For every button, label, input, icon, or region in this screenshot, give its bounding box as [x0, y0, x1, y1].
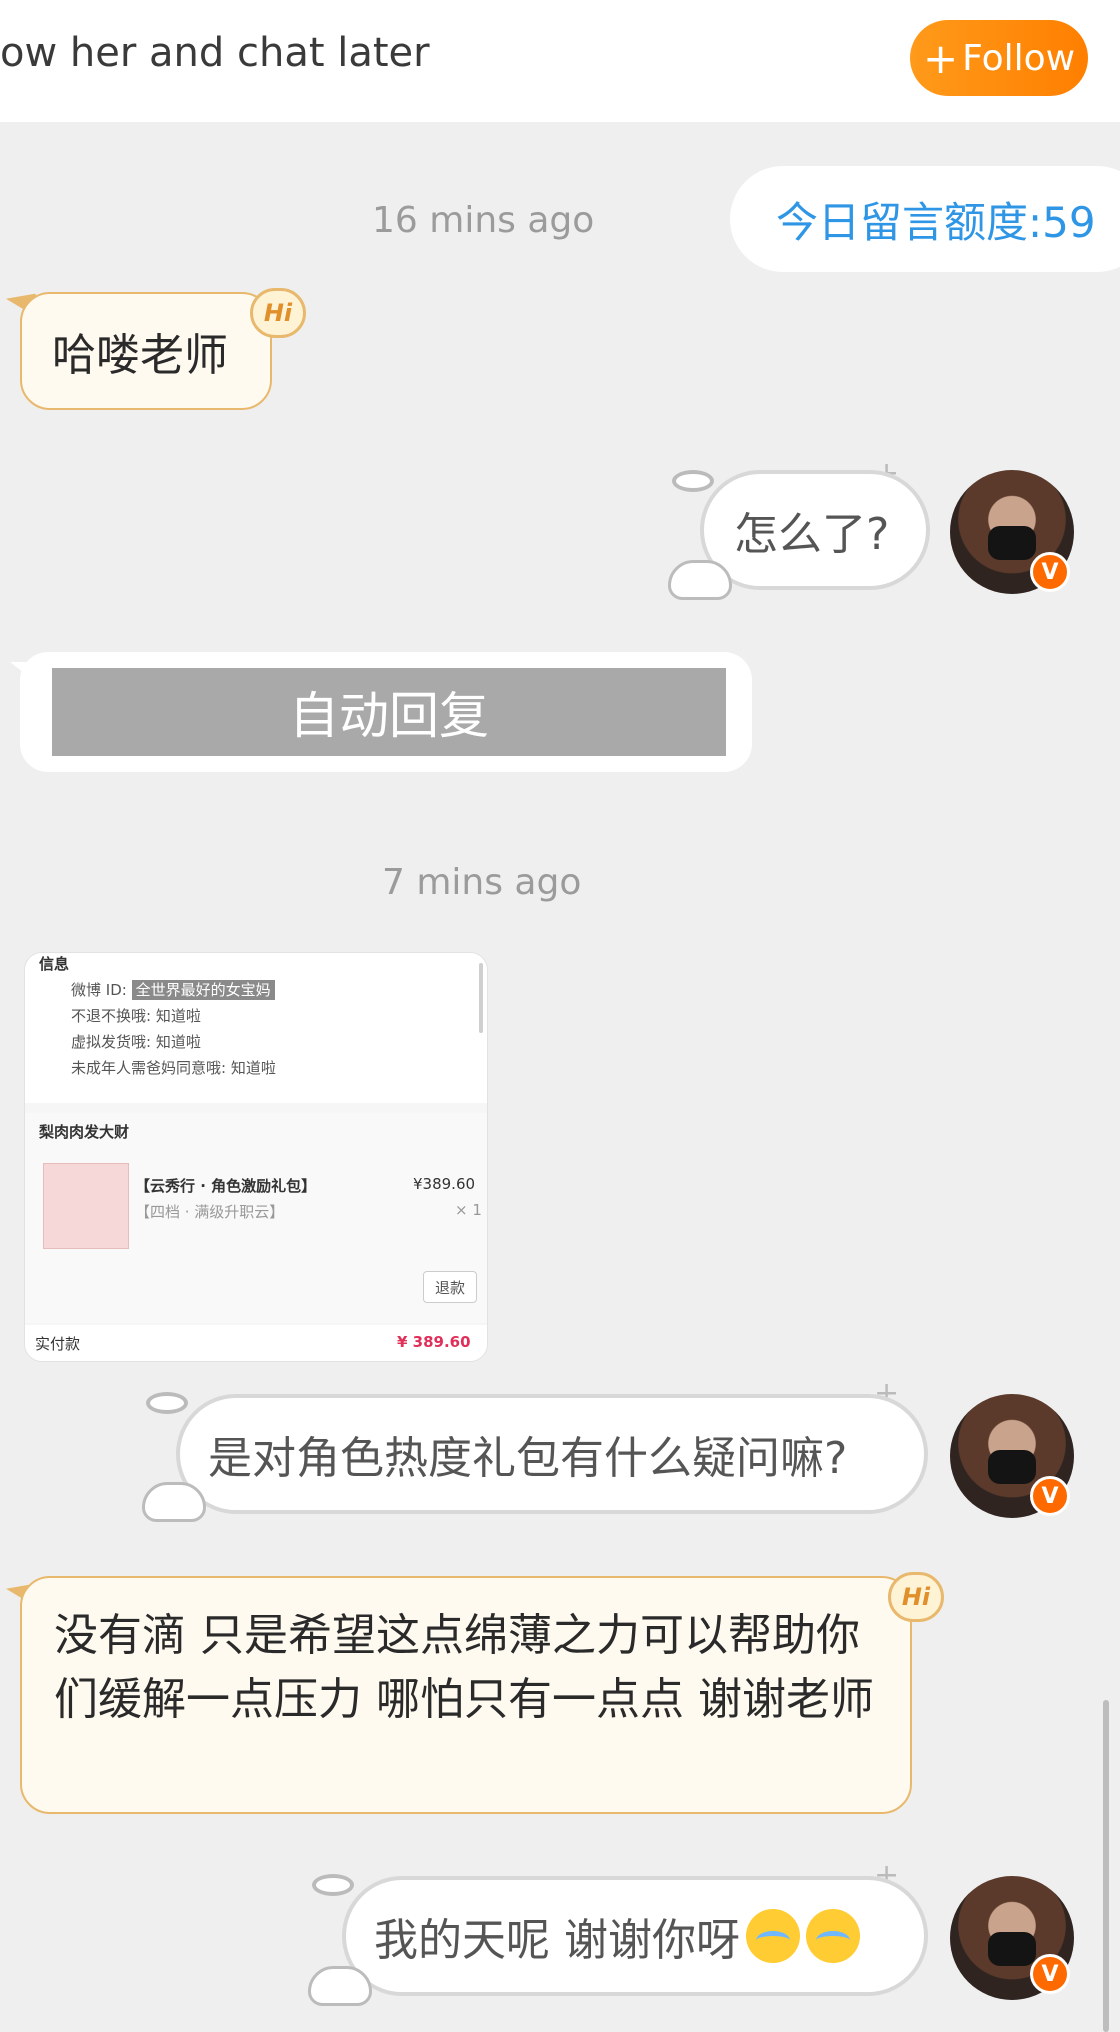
incoming-message[interactable]: 没有滴 只是希望这点绵薄之力可以帮助你们缓解一点压力 哪怕只有一点点 谢谢老师	[20, 1576, 912, 1814]
product-qty: × 1	[455, 1201, 482, 1219]
info-line: 不退不换哦: 知道啦	[71, 1007, 201, 1025]
follow-button[interactable]: + Follow	[910, 20, 1088, 96]
paid-label: 实付款	[35, 1335, 81, 1353]
scrollbar[interactable]	[1103, 1700, 1109, 2032]
message-text: 怎么了?	[734, 509, 890, 560]
auto-reply-label: 自动回复	[52, 668, 726, 756]
follow-prompt-text: ow her and chat later	[0, 30, 430, 76]
follow-button-label: Follow	[962, 37, 1076, 79]
message-text: 没有滴 只是希望这点绵薄之力可以帮助你们缓解一点压力 哪怕只有一点点 谢谢老师	[54, 1610, 874, 1725]
order-screenshot-image[interactable]: 信息 微博 ID: 全世界最好的女宝妈 不退不换哦: 知道啦 虚拟发货哦: 知道…	[24, 952, 488, 1362]
cat-doodle-icon	[668, 560, 732, 600]
verified-badge-icon: V	[1030, 552, 1070, 592]
message-text: 是对角色热度礼包有什么疑问嘛?	[208, 1433, 848, 1484]
cat-doodle-icon	[308, 1966, 372, 2006]
paid-value: ¥ 389.60	[397, 1333, 471, 1351]
message-quota-pill: 今日留言额度:59	[730, 166, 1120, 272]
product-price: ¥389.60	[413, 1175, 476, 1193]
product-thumbnail	[43, 1163, 129, 1249]
timestamp: 7 mins ago	[382, 862, 582, 903]
cat-doodle-icon	[142, 1482, 206, 1522]
shop-name: 梨肉肉发大财	[39, 1123, 130, 1141]
outgoing-message[interactable]: 我的天呢 谢谢你呀	[342, 1876, 928, 1996]
message-quota-label: 今日留言额度:59	[776, 197, 1096, 247]
verified-badge-icon: V	[1030, 1954, 1070, 1994]
hi-badge-icon: Hi	[250, 288, 306, 338]
info-line: 虚拟发货哦: 知道啦	[71, 1033, 201, 1051]
outgoing-message[interactable]: 怎么了?	[700, 470, 930, 590]
timestamp: 16 mins ago	[372, 200, 595, 241]
refund-button: 退款	[423, 1271, 477, 1303]
incoming-message[interactable]: 哈喽老师	[20, 292, 272, 410]
cloud-ring-icon	[312, 1874, 354, 1896]
message-text: 哈喽老师	[52, 330, 228, 381]
crying-emoji-icon	[746, 1909, 800, 1963]
product-title: 【云秀行 · 角色激励礼包】	[135, 1177, 317, 1195]
message-text: 我的天呢 谢谢你呀	[374, 1915, 740, 1966]
cloud-ring-icon	[672, 470, 714, 492]
info-line: 未成年人需爸妈同意哦: 知道啦	[71, 1059, 276, 1077]
cloud-ring-icon	[146, 1392, 188, 1414]
scrollbar	[479, 963, 483, 1033]
outgoing-message[interactable]: 是对角色热度礼包有什么疑问嘛?	[176, 1394, 928, 1514]
plus-icon: +	[922, 33, 959, 83]
product-subtitle: 【四档 · 满级升职云】	[135, 1203, 285, 1221]
hi-badge-icon: Hi	[888, 1572, 944, 1622]
crying-emoji-icon	[806, 1909, 860, 1963]
info-section-title: 信息	[39, 955, 70, 973]
weibo-id-row: 微博 ID: 全世界最好的女宝妈	[71, 979, 275, 1000]
verified-badge-icon: V	[1030, 1476, 1070, 1516]
